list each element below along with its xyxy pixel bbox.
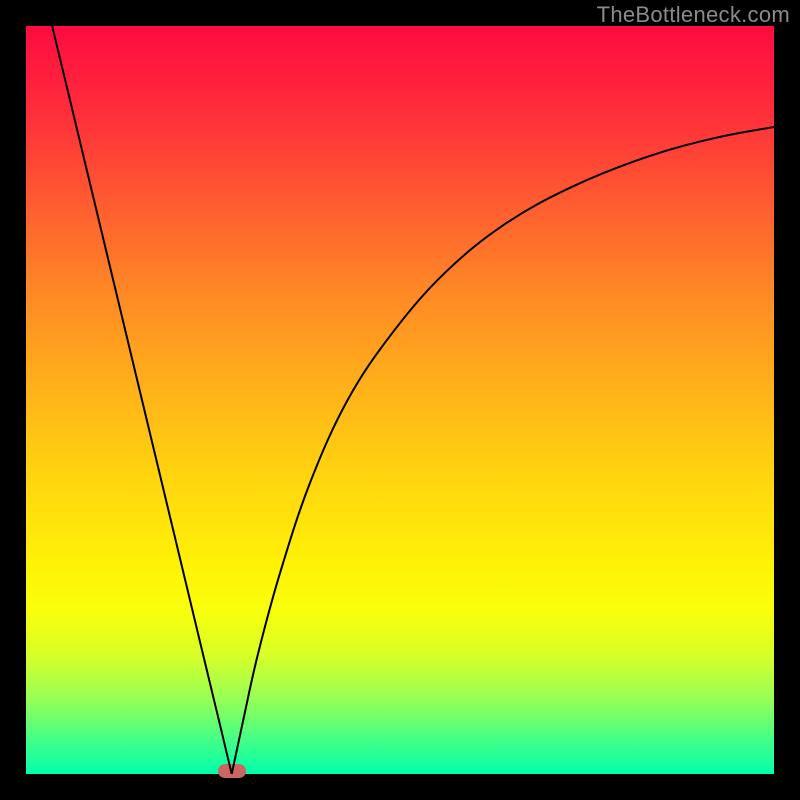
- plot-area: [26, 26, 774, 774]
- curve-layer: [26, 26, 774, 774]
- watermark-text: TheBottleneck.com: [597, 2, 790, 28]
- chart-frame: TheBottleneck.com: [0, 0, 800, 800]
- curve-left-branch: [52, 26, 232, 774]
- curve-right-branch: [232, 127, 774, 774]
